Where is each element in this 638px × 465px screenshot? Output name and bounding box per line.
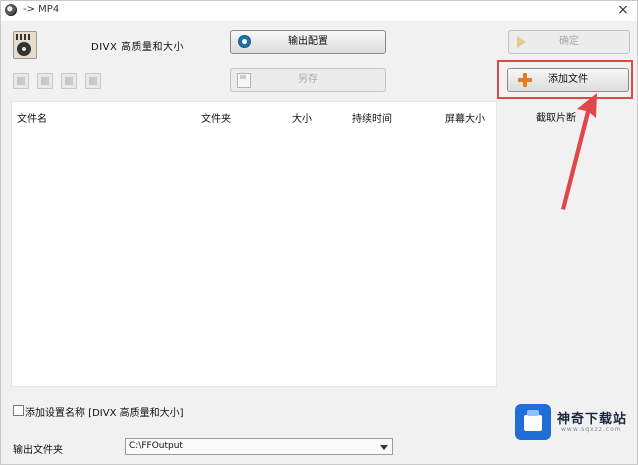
column-header-duration[interactable]: 持续时间 bbox=[352, 110, 392, 125]
chevron-down-icon bbox=[380, 445, 388, 450]
file-list[interactable]: 文件名 文件夹 大小 持续时间 屏幕大小 bbox=[11, 101, 497, 387]
watermark-name: 神奇下载站 bbox=[557, 412, 628, 427]
app-window: -> MP4 × DIVX 高质量和大小 输出配置 确定 另存 添加文件 文件名… bbox=[0, 0, 638, 465]
column-header-size[interactable]: 大小 bbox=[292, 110, 312, 125]
app-icon bbox=[5, 4, 17, 16]
watermark: 神奇下载站 www.sqxzz.com bbox=[509, 398, 638, 442]
close-icon[interactable]: × bbox=[615, 2, 631, 18]
add-setting-name-label: 添加设置名称 [DIVX 高质量和大小] bbox=[25, 408, 184, 419]
play-icon bbox=[517, 36, 526, 48]
save-as-label: 另存 bbox=[298, 74, 318, 85]
remove-tool-button[interactable] bbox=[13, 73, 29, 89]
output-folder-select[interactable]: C:\FFOutput bbox=[125, 438, 393, 455]
ok-button[interactable]: 确定 bbox=[508, 30, 630, 54]
pointer-arrow-annotation bbox=[561, 93, 597, 210]
video-profile-icon bbox=[13, 31, 37, 59]
output-folder-value: C:\FFOutput bbox=[129, 441, 183, 451]
add-setting-name-checkbox[interactable] bbox=[13, 405, 24, 416]
info-tool-button[interactable] bbox=[85, 73, 101, 89]
output-config-button[interactable]: 输出配置 bbox=[230, 30, 386, 54]
save-icon bbox=[237, 73, 251, 88]
profile-label: DIVX 高质量和大小 bbox=[91, 42, 185, 53]
title-bar: -> MP4 × bbox=[1, 1, 637, 21]
column-header-filename[interactable]: 文件名 bbox=[17, 110, 47, 125]
ok-label: 确定 bbox=[559, 36, 579, 47]
output-config-label: 输出配置 bbox=[288, 36, 328, 47]
save-as-button[interactable]: 另存 bbox=[230, 68, 386, 92]
play-tool-button[interactable] bbox=[61, 73, 77, 89]
output-folder-label: 输出文件夹 bbox=[13, 445, 63, 456]
watermark-url: www.sqxzz.com bbox=[561, 426, 622, 433]
window-title: -> MP4 bbox=[23, 4, 60, 15]
column-header-screen-size[interactable]: 屏幕大小 bbox=[445, 110, 485, 125]
clear-tool-button[interactable] bbox=[37, 73, 53, 89]
watermark-logo-icon bbox=[515, 404, 551, 440]
settings-icon bbox=[238, 35, 251, 48]
column-header-folder[interactable]: 文件夹 bbox=[201, 110, 231, 125]
